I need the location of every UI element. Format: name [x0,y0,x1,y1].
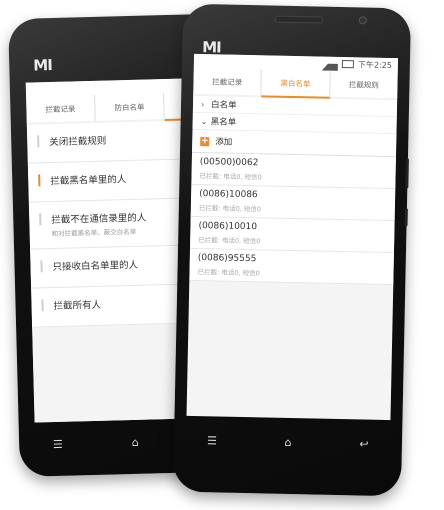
front-camera [358,16,367,25]
front-screen: 下午2:25 拦截记录 黑白名单 拦截规则 › 白名单 ⌄ 黑名单 + 添加 (… [186,53,399,421]
rule-label: 拦截不在通信录里的人 [51,212,147,227]
volume-button[interactable] [405,158,409,189]
entry-number: (0086)10010 [198,221,258,233]
entry-stats: 已拦截: 电话0, 短信0 [198,236,261,246]
battery-icon [341,60,355,69]
group-label: 白名单 [210,100,237,111]
home-icon[interactable]: ⌂ [120,436,150,450]
front-phone: MI 下午2:25 拦截记录 黑白名单 拦截规则 › 白名单 ⌄ 黑名单 + 添… [172,3,412,497]
tab-intercept-log[interactable]: 拦截记录 [193,67,263,96]
tab-black-white-list[interactable]: 黑白名单 [261,69,331,99]
list-item[interactable]: (0086)95555 已拦截: 电话0, 短信0 [189,248,394,286]
entry-stats: 已拦截: 电话0, 短信0 [197,268,260,278]
entry-number: (0086)10086 [199,189,258,201]
power-button[interactable] [404,208,408,227]
rule-label: 拦截所有人 [53,299,102,313]
rule-marker [40,260,43,273]
entry-stats: 已拦截: 电话0, 短信0 [198,204,262,214]
entry-number: (0086)95555 [197,253,257,265]
status-time: 下午2:25 [357,59,392,70]
tab-intercept-rules[interactable]: 拦截规则 [330,71,398,98]
rule-marker [41,299,44,312]
list-item[interactable]: (0086)10086 已拦截: 电话0, 短信0 [190,184,396,222]
rule-marker-selected [38,174,41,187]
add-label: 添加 [215,137,233,148]
plus-icon: + [200,135,210,146]
list-item[interactable]: (0086)10010 已拦截: 电话0, 短信0 [190,216,395,254]
group-label: 黑名单 [210,117,237,128]
signal-icon [321,56,339,71]
rule-marker [39,213,42,226]
front-nav-bar: ☰ ⌂ ↩ [174,434,402,452]
home-icon[interactable]: ⌂ [273,436,303,450]
rule-label: 关闭拦截规则 [49,135,107,149]
list-item[interactable]: (00500)0062 已拦截: 电话0, 短信0 [191,152,396,190]
mi-logo: MI [33,55,53,75]
entry-stats: 已拦截: 电话0, 短信0 [199,172,262,182]
rule-label: 拦截黑名单里的人 [50,174,127,188]
chevron-down-icon: ⌄ [200,116,208,126]
rule-marker [37,135,40,148]
rule-label: 只接收白名单里的人 [52,259,139,274]
back-icon[interactable]: ↩ [349,437,379,451]
tab-whitelist[interactable]: 防白名单 [95,93,165,121]
chevron-right-icon: › [200,99,205,109]
menu-icon[interactable]: ☰ [43,438,73,452]
menu-icon[interactable]: ☰ [197,434,227,448]
rule-sublabel: 和对拦截黑名单、蔽交白名单 [51,227,137,239]
tab-bar: 拦截记录 黑白名单 拦截规则 [193,67,398,101]
earpiece-speaker [274,15,323,24]
entry-number: (00500)0062 [199,157,259,169]
tab-intercept-log[interactable]: 拦截记录 [26,94,96,123]
